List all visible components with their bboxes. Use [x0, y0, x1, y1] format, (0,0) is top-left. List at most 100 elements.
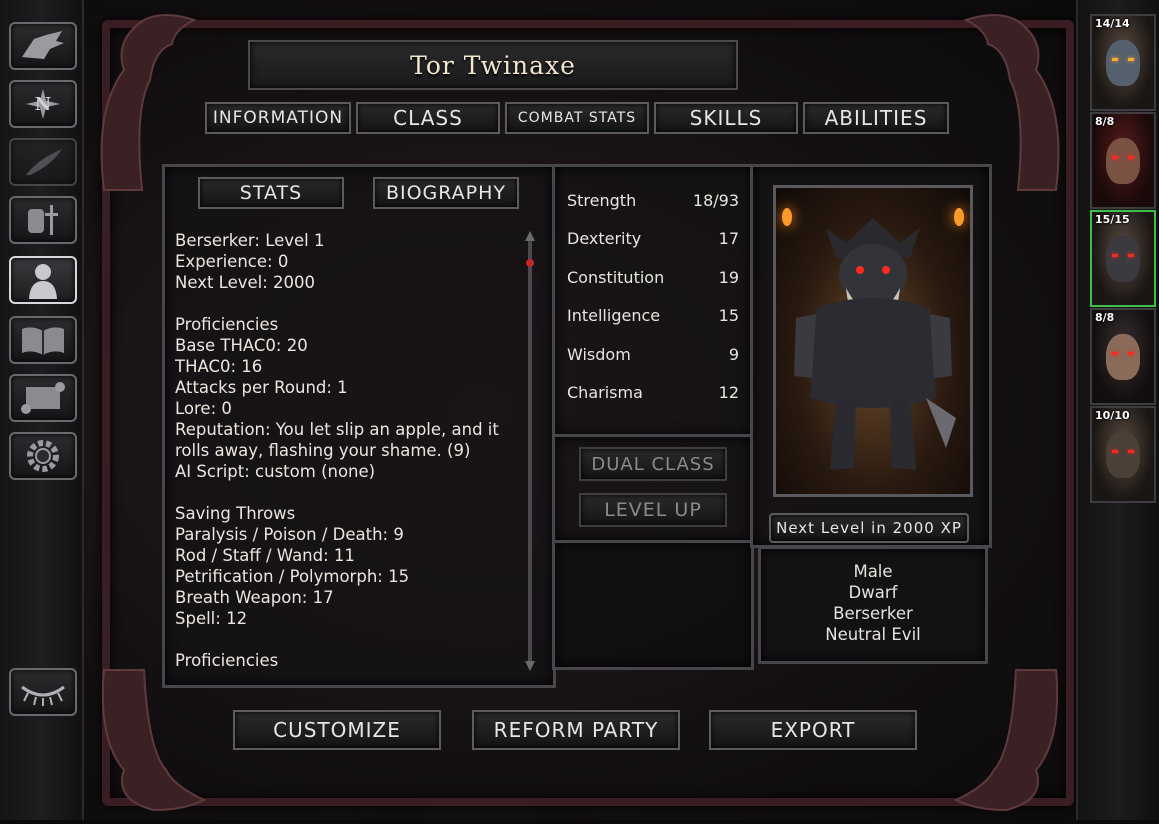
button-label: EXPORT — [770, 718, 856, 742]
portrait-eye — [1112, 58, 1118, 61]
tab-label: INFORMATION — [212, 108, 344, 128]
next-level-xp-badge: Next Level in 2000 XP — [769, 513, 969, 543]
ability-scores-panel: Strength 18/93 Dexterity 17 Constitution 19… — [552, 164, 754, 438]
options-gear-icon[interactable] — [9, 432, 77, 480]
party-portrait-rail: 14/14 8/8 15/15 8/8 10/10 — [1076, 0, 1159, 820]
summary-race: Dwarf — [848, 583, 898, 602]
portrait-face — [1106, 432, 1140, 478]
party-hp: 8/8 — [1095, 115, 1115, 128]
portrait-face — [1106, 40, 1140, 86]
quill-icon[interactable] — [9, 138, 77, 186]
portrait-eye — [1128, 450, 1134, 453]
button-label: LEVEL UP — [604, 499, 702, 521]
portrait-eye — [1112, 450, 1118, 453]
party-hp: 8/8 — [1095, 311, 1115, 324]
tab-combat-stats[interactable]: COMBAT STATS — [505, 102, 649, 134]
summary-alignment: Neutral Evil — [825, 625, 921, 644]
ability-name: Constitution — [567, 268, 665, 287]
spellbook-icon[interactable] — [9, 316, 77, 364]
tab-label: ABILITIES — [824, 106, 928, 130]
portrait-eye — [1112, 254, 1118, 257]
summary-class: Berserker — [833, 604, 913, 623]
ability-name: Dexterity — [567, 229, 642, 248]
tab-abilities[interactable]: ABILITIES — [803, 102, 949, 134]
customize-button[interactable]: CUSTOMIZE — [233, 710, 441, 750]
stats-panel: STATS BIOGRAPHY Berserker: Level 1 Exper… — [162, 164, 556, 688]
ability-value: 18/93 — [692, 191, 739, 210]
scroll-icon[interactable] — [9, 374, 77, 422]
tab-class[interactable]: CLASS — [356, 102, 500, 134]
level-up-button[interactable]: LEVEL UP — [579, 493, 727, 527]
party-hp: 10/10 — [1095, 409, 1130, 422]
portrait-face — [1106, 236, 1140, 282]
empty-panel — [552, 540, 754, 670]
portrait-panel: Next Level in 2000 XP — [750, 164, 992, 548]
ability-row: Wisdom 9 — [555, 335, 751, 373]
party-portrait[interactable]: 14/14 — [1090, 14, 1156, 111]
party-portrait-selected[interactable]: 15/15 — [1090, 210, 1156, 307]
info-scrollbar[interactable] — [525, 231, 535, 671]
ability-row: Charisma 12 — [555, 373, 751, 411]
tab-label: COMBAT STATS — [517, 110, 637, 126]
dual-class-button[interactable]: DUAL CLASS — [579, 447, 727, 481]
party-hp: 14/14 — [1095, 17, 1130, 30]
ability-row: Constitution 19 — [555, 258, 751, 296]
character-name: Tor Twinaxe — [410, 50, 576, 80]
portrait-eye — [1128, 156, 1134, 159]
character-info-text: Berserker: Level 1 Experience: 0 Next Le… — [175, 231, 499, 670]
button-label: DUAL CLASS — [591, 453, 715, 475]
ability-value: 15 — [718, 306, 739, 325]
summary-lines: Male Dwarf Berserker Neutral Evil — [761, 561, 985, 645]
svg-text:N: N — [35, 94, 51, 115]
summary-gender: Male — [853, 562, 893, 581]
rest-eye-icon[interactable] — [9, 668, 77, 716]
subtab-label: STATS — [239, 182, 303, 204]
scroll-up-arrow[interactable] — [525, 231, 535, 241]
party-hp: 15/15 — [1095, 213, 1130, 226]
ability-value: 17 — [718, 229, 739, 248]
ability-value: 12 — [718, 383, 739, 402]
party-portrait[interactable]: 8/8 — [1090, 308, 1156, 405]
ability-row: Intelligence 15 — [555, 296, 751, 334]
left-toolbar: N — [0, 0, 84, 820]
ability-value: 19 — [718, 268, 739, 287]
tab-label: CLASS — [393, 106, 463, 130]
party-portrait[interactable]: 8/8 — [1090, 112, 1156, 209]
ability-value: 9 — [728, 345, 739, 364]
scroll-down-arrow[interactable] — [525, 661, 535, 671]
portrait-eye — [1128, 352, 1134, 355]
dragon-icon[interactable] — [9, 22, 77, 70]
portrait-face — [1106, 138, 1140, 184]
portrait-eye — [1112, 352, 1118, 355]
ability-name: Charisma — [567, 383, 643, 402]
next-level-label: Next Level in 2000 XP — [776, 519, 962, 537]
subtab-stats[interactable]: STATS — [198, 177, 344, 209]
scroll-thumb[interactable] — [526, 259, 534, 267]
inventory-icon[interactable] — [9, 196, 77, 244]
portrait-face — [1106, 334, 1140, 380]
dragon-ornament-bottom-right — [946, 660, 1076, 820]
portrait-eye — [1128, 58, 1134, 61]
tab-information[interactable]: INFORMATION — [205, 102, 351, 134]
class-actions-panel: DUAL CLASS LEVEL UP — [552, 434, 754, 544]
ability-row: Dexterity 17 — [555, 219, 751, 257]
ability-name: Strength — [567, 191, 637, 210]
portrait-eye — [1112, 156, 1118, 159]
reform-party-button[interactable]: REFORM PARTY — [472, 710, 680, 750]
ability-name: Intelligence — [567, 306, 661, 325]
tab-label: SKILLS — [689, 106, 763, 130]
party-portrait[interactable]: 10/10 — [1090, 406, 1156, 503]
ability-row: Strength 18/93 — [555, 181, 751, 219]
character-icon[interactable] — [9, 256, 77, 304]
tab-skills[interactable]: SKILLS — [654, 102, 798, 134]
compass-icon[interactable]: N — [9, 80, 77, 128]
button-label: REFORM PARTY — [493, 718, 659, 742]
button-label: CUSTOMIZE — [273, 718, 401, 742]
character-name-plate: Tor Twinaxe — [248, 40, 738, 90]
subtab-label: BIOGRAPHY — [385, 182, 507, 204]
subtab-biography[interactable]: BIOGRAPHY — [373, 177, 519, 209]
export-button[interactable]: EXPORT — [709, 710, 917, 750]
scrollbar-track — [528, 237, 532, 665]
character-portrait — [773, 185, 973, 497]
ability-name: Wisdom — [567, 345, 631, 364]
